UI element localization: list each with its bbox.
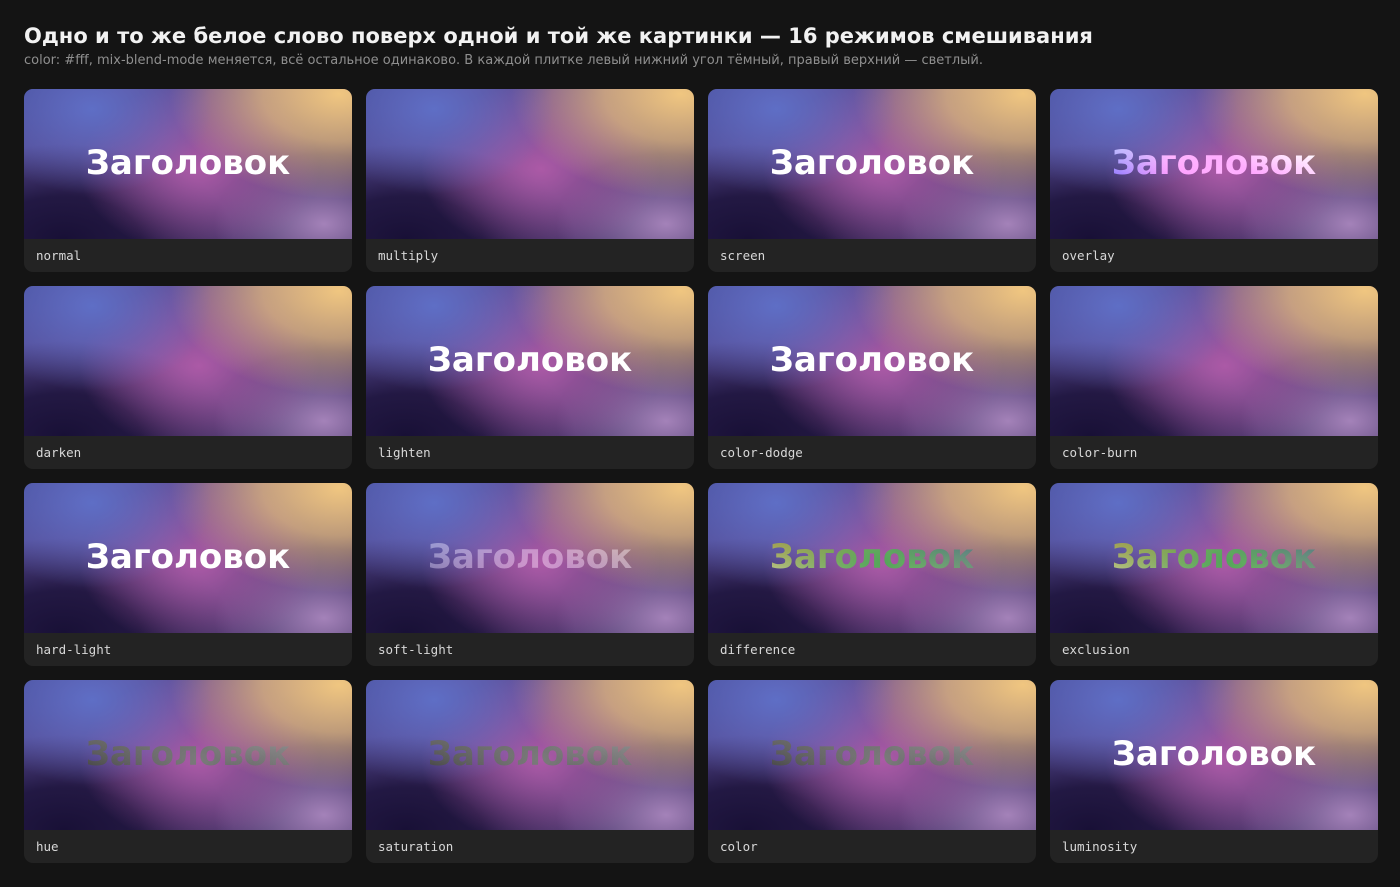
gradient-image: Заголовок — [708, 483, 1036, 633]
blend-tile-soft-light: Заголовок soft-light — [366, 483, 694, 666]
blend-mode-label: color-burn — [1062, 445, 1138, 460]
gradient-image: Заголовок — [708, 89, 1036, 239]
blend-mode-label: screen — [720, 248, 766, 263]
heading-word: Заголовок — [1111, 734, 1317, 774]
heading-word: Заголовок — [427, 734, 633, 774]
gradient-image: Заголовок — [708, 286, 1036, 436]
heading-word: Заголовок — [1111, 537, 1317, 577]
gradient-image: Заголовок — [24, 286, 352, 436]
gradient-image: Заголовок — [708, 680, 1036, 830]
gradient-image: Заголовок — [1050, 89, 1378, 239]
heading-word: Заголовок — [85, 340, 291, 380]
page-subtitle: color: #fff, mix-blend-mode меняется, вс… — [24, 53, 984, 68]
blend-tile-color-burn: Заголовок color-burn — [1050, 286, 1378, 469]
gradient-image: Заголовок — [24, 89, 352, 239]
blend-tile-screen: Заголовок screen — [708, 89, 1036, 272]
blend-tile-overlay: Заголовок overlay — [1050, 89, 1378, 272]
heading-word: Заголовок — [769, 734, 975, 774]
blend-tile-color: Заголовок color — [708, 680, 1036, 863]
blend-tile-exclusion: Заголовок exclusion — [1050, 483, 1378, 666]
blend-mode-label: normal — [36, 248, 82, 263]
gradient-image: Заголовок — [366, 286, 694, 436]
blend-tile-hue: Заголовок hue — [24, 680, 352, 863]
blend-mode-label: soft-light — [378, 642, 454, 657]
blend-mode-label: multiply — [378, 248, 439, 263]
blend-mode-label: darken — [36, 445, 82, 460]
blend-mode-label: color-dodge — [720, 445, 803, 460]
heading-word: Заголовок — [427, 143, 633, 183]
page-title: Одно и то же белое слово поверх одной и … — [24, 24, 1093, 48]
gradient-image: Заголовок — [1050, 483, 1378, 633]
gradient-image: Заголовок — [24, 680, 352, 830]
heading-word: Заголовок — [1111, 340, 1317, 380]
blend-mode-label: luminosity — [1062, 839, 1138, 854]
heading-word: Заголовок — [85, 537, 291, 577]
gradient-image: Заголовок — [366, 483, 694, 633]
heading-word: Заголовок — [769, 537, 975, 577]
gradient-image: Заголовок — [1050, 286, 1378, 436]
blend-mode-label: saturation — [378, 839, 454, 854]
heading-word: Заголовок — [427, 537, 633, 577]
gradient-image: Заголовок — [366, 680, 694, 830]
blend-mode-label: hard-light — [36, 642, 112, 657]
heading-word: Заголовок — [769, 340, 975, 380]
blend-mode-label: overlay — [1062, 248, 1115, 263]
gradient-image: Заголовок — [24, 483, 352, 633]
blend-tile-saturation: Заголовок saturation — [366, 680, 694, 863]
blend-mode-label: exclusion — [1062, 642, 1130, 657]
blend-tile-hard-light: Заголовок hard-light — [24, 483, 352, 666]
blend-mode-label: color — [720, 839, 758, 854]
blend-mode-grid: Заголовок normal Заголовок multiply Заголово… — [24, 89, 1378, 863]
gradient-image: Заголовок — [366, 89, 694, 239]
blend-tile-normal: Заголовок normal — [24, 89, 352, 272]
blend-tile-color-dodge: Заголовок color-dodge — [708, 286, 1036, 469]
blend-tile-difference: Заголовок difference — [708, 483, 1036, 666]
heading-word: Заголовок — [427, 340, 633, 380]
gradient-image: Заголовок — [1050, 680, 1378, 830]
blend-mode-label: lighten — [378, 445, 431, 460]
heading-word: Заголовок — [1111, 143, 1317, 183]
blend-tile-multiply: Заголовок multiply — [366, 89, 694, 272]
heading-word: Заголовок — [85, 734, 291, 774]
blend-mode-label: difference — [720, 642, 796, 657]
blend-tile-luminosity: Заголовок luminosity — [1050, 680, 1378, 863]
blend-tile-darken: Заголовок darken — [24, 286, 352, 469]
blend-mode-label: hue — [36, 839, 59, 854]
blend-tile-lighten: Заголовок lighten — [366, 286, 694, 469]
heading-word: Заголовок — [769, 143, 975, 183]
heading-word: Заголовок — [85, 143, 291, 183]
